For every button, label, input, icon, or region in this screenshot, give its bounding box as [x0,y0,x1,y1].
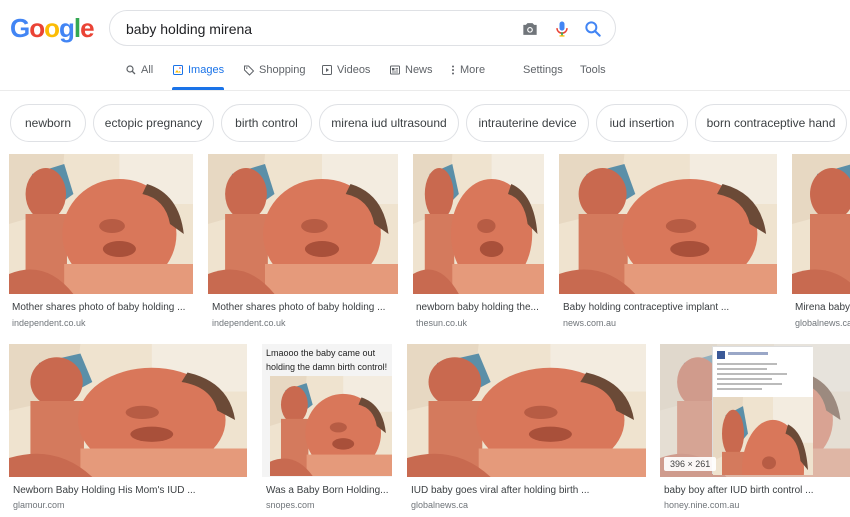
result-thumbnail[interactable] [407,344,646,477]
tab-news[interactable]: News [389,64,433,90]
tag-icon [243,64,255,76]
image-result[interactable]: Newborn Baby Holding His Mom's IUD ... g… [9,344,247,514]
tab-label: News [405,64,433,76]
result-thumbnail[interactable] [9,344,247,477]
tab-settings[interactable]: Settings [523,64,563,90]
result-source[interactable]: news.com.au [563,318,777,328]
google-logo[interactable]: Google [10,13,95,44]
image-result[interactable]: Baby holding contraceptive implant ... n… [559,154,777,330]
tab-more[interactable]: More [450,64,485,90]
logo-letter: G [10,13,30,43]
result-title[interactable]: Mother shares photo of baby holding ... [12,302,194,313]
tab-all[interactable]: All [125,64,153,90]
logo-letter: e [80,13,95,43]
chip-intrauterine-device[interactable]: intrauterine device [466,104,589,142]
more-vert-icon [450,64,456,76]
image-dimensions-badge: 396 × 261 [664,457,717,471]
image-icon [172,64,184,76]
chip-mirena-iud-ultrasound[interactable]: mirena iud ultrasound [319,104,459,142]
image-result[interactable]: newborn baby holding the... thesun.co.uk [413,154,544,330]
tab-label: Images [188,64,225,76]
logo-letter: o [44,13,60,43]
result-thumbnail[interactable]: 396 × 261 [660,344,850,477]
tab-label: More [460,64,486,76]
search-tabs: All Images Shopping Videos News More Set… [0,64,850,90]
result-source[interactable]: snopes.com [266,500,392,510]
tab-label: All [141,64,154,76]
newspaper-icon [389,64,401,76]
result-source[interactable]: independent.co.uk [212,318,398,328]
result-source[interactable]: thesun.co.uk [416,318,544,328]
search-icon [125,64,137,76]
tweet-caption: Lmaooo the baby came out holding the dam… [262,344,392,380]
image-result[interactable]: 396 × 261 baby boy after IUD birth contr… [660,344,850,514]
tab-label: Shopping [259,64,306,76]
result-thumbnail[interactable]: Lmaooo the baby came out holding the dam… [262,344,392,477]
result-thumbnail[interactable] [413,154,544,294]
header-divider [0,90,850,91]
tab-label: Videos [337,64,371,76]
chip-ectopic-pregnancy[interactable]: ectopic pregnancy [93,104,214,142]
image-result[interactable]: Lmaooo the baby came out holding the dam… [262,344,392,514]
result-source[interactable]: honey.nine.com.au [664,500,850,510]
logo-letter: o [29,13,45,43]
logo-letter: g [59,13,75,43]
search-input[interactable] [126,19,506,39]
play-icon [321,64,333,76]
chip-newborn[interactable]: newborn [10,104,86,142]
result-title[interactable]: baby boy after IUD birth control ... [664,485,850,496]
image-result[interactable]: Mirena baby globalnews.ca [792,154,850,330]
result-thumbnail[interactable] [9,154,193,294]
result-title[interactable]: IUD baby goes viral after holding birth … [411,485,646,496]
image-result[interactable]: Mother shares photo of baby holding ... … [9,154,193,330]
result-thumbnail[interactable] [792,154,850,294]
result-title[interactable]: Mother shares photo of baby holding ... [212,302,398,313]
tab-videos[interactable]: Videos [321,64,370,90]
result-title[interactable]: newborn baby holding the... [416,302,544,313]
result-title[interactable]: Was a Baby Born Holding... [266,485,392,496]
tab-tools[interactable]: Tools [580,64,606,90]
result-title[interactable]: Newborn Baby Holding His Mom's IUD ... [13,485,247,496]
search-icon[interactable] [583,19,603,39]
microphone-icon[interactable] [552,19,572,39]
chip-born-contraceptive-hand[interactable]: born contraceptive hand [695,104,847,142]
tab-label: Settings [523,64,563,76]
tab-images[interactable]: Images [172,64,225,90]
social-post-preview [712,346,813,475]
camera-icon[interactable] [520,19,540,39]
chip-birth-control[interactable]: birth control [221,104,312,142]
result-title[interactable]: Baby holding contraceptive implant ... [563,302,777,313]
result-source[interactable]: globalnews.ca [795,318,850,328]
result-title[interactable]: Mirena baby [795,302,850,313]
result-source[interactable]: globalnews.ca [411,500,646,510]
result-thumbnail[interactable] [559,154,777,294]
tab-shopping[interactable]: Shopping [243,64,306,90]
image-result[interactable]: IUD baby goes viral after holding birth … [407,344,646,514]
result-source[interactable]: independent.co.uk [12,318,194,328]
image-result[interactable]: Mother shares photo of baby holding ... … [208,154,398,330]
tab-label: Tools [580,64,606,76]
search-box [109,10,616,46]
chip-iud-insertion[interactable]: iud insertion [596,104,688,142]
result-source[interactable]: glamour.com [13,500,247,510]
result-thumbnail[interactable] [208,154,398,294]
